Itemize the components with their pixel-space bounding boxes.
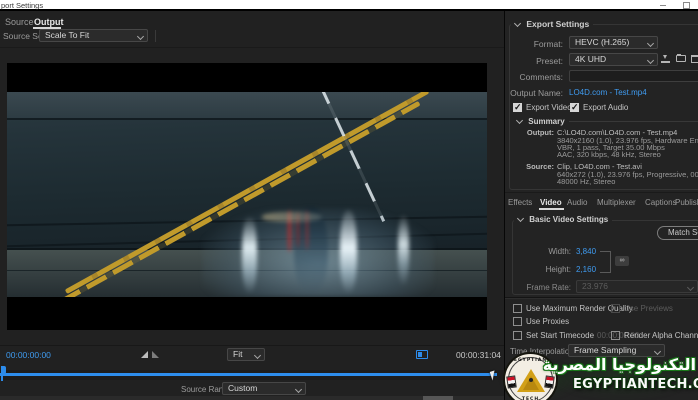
height-label: Height: [505, 265, 571, 274]
use-previews-checkbox [611, 304, 620, 313]
collapse-chevron-icon [516, 117, 523, 124]
comments-input[interactable] [569, 70, 698, 82]
width-height-bracket [600, 251, 611, 273]
set-in-point-icon[interactable] [141, 351, 148, 358]
import-preset-icon[interactable] [676, 55, 686, 62]
use-previews-label: Use Previews [624, 304, 673, 313]
chevron-down-icon [647, 40, 654, 47]
tab-captions[interactable]: Captions [645, 198, 677, 207]
width-label: Width: [505, 247, 571, 256]
tab-effects[interactable]: Effects [508, 198, 532, 207]
tab-video[interactable]: Video [540, 198, 562, 207]
watermark-arabic-text: التكنولوجيا المصرية [543, 355, 696, 374]
toolbar-separator [155, 30, 156, 42]
video-preview[interactable] [7, 63, 487, 330]
car-motion-blur [202, 208, 434, 297]
comments-label: Comments: [505, 72, 563, 82]
width-value[interactable]: 3,840 [576, 247, 596, 256]
source-scaling-select[interactable]: Scale To Fit [39, 29, 148, 42]
set-start-timecode-checkbox[interactable] [513, 331, 522, 340]
chevron-down-icon [254, 352, 261, 359]
collapse-chevron-icon [517, 215, 524, 222]
tab-source[interactable]: Source [5, 17, 34, 27]
egypt-flag-icon [506, 375, 517, 388]
chevron-down-icon [137, 33, 144, 40]
duration-timecode: 00:00:31:04 [456, 350, 501, 360]
preview-bottom-divider [0, 345, 504, 346]
section-divider [505, 192, 698, 193]
source-range-select[interactable]: Custom [222, 382, 306, 395]
chevron-down-icon [687, 284, 694, 291]
restore-icon[interactable] [683, 2, 690, 9]
link-width-height-icon[interactable]: ∞ [615, 256, 629, 266]
delete-preset-icon[interactable] [691, 55, 698, 63]
set-start-timecode-label: Set Start Timecode [526, 331, 594, 340]
export-settings-dialog: port Settings Source Output Source Scali… [0, 0, 698, 400]
tab-audio[interactable]: Audio [567, 198, 587, 207]
horizontal-scrollbar[interactable] [0, 396, 504, 400]
basic-video-header[interactable]: Basic Video Settings [514, 215, 612, 224]
export-audio-checkbox[interactable] [570, 103, 579, 112]
output-name-link[interactable]: LO4D.com - Test.mp4 [569, 88, 647, 97]
window-titlebar: port Settings [0, 0, 698, 11]
render-alpha-checkbox[interactable] [611, 331, 620, 340]
watermark-site-text: EGYPTIANTECH.ORG [573, 377, 698, 392]
tab-video-underline [539, 208, 564, 210]
timeline-progress-bar[interactable] [0, 373, 497, 376]
egypt-flag-icon [544, 375, 555, 388]
preview-monitor-icon[interactable] [416, 350, 428, 359]
use-proxies-label: Use Proxies [526, 317, 569, 326]
current-timecode[interactable]: 00:00:00:00 [6, 350, 51, 360]
save-preset-icon[interactable] [661, 55, 670, 63]
tab-output[interactable]: Output [34, 17, 64, 27]
output-name-label: Output Name: [505, 88, 563, 98]
use-proxies-checkbox[interactable] [513, 317, 522, 326]
eye-icon [529, 378, 533, 382]
summary-source-label: Source: [505, 162, 554, 171]
scrollbar-thumb[interactable] [423, 396, 453, 400]
toolbar-divider [0, 47, 504, 48]
chevron-down-icon [295, 386, 302, 393]
match-source-button[interactable]: Match Source [657, 226, 698, 240]
summary-output-label: Output: [505, 128, 554, 137]
export-settings-header[interactable]: Export Settings [511, 19, 593, 29]
playhead-stem[interactable] [1, 366, 3, 381]
minimize-icon[interactable] [660, 5, 666, 6]
frame-rate-select: 23.976 [576, 280, 698, 293]
collapse-chevron-icon [514, 20, 521, 27]
export-audio-label: Export Audio [583, 103, 628, 112]
section-divider-highlight [505, 298, 698, 299]
frame-rate-label: Frame Rate: [505, 283, 571, 292]
export-video-label: Export Video [526, 103, 572, 112]
tab-publish[interactable]: Publish [675, 198, 698, 207]
preset-select[interactable]: 4K UHD [569, 53, 658, 66]
height-value[interactable]: 2,160 [576, 265, 596, 274]
summary-output-line: AAC, 320 kbps, 48 kHz, Stereo [557, 150, 661, 159]
zoom-level-select[interactable]: Fit [227, 348, 265, 361]
export-video-checkbox[interactable] [513, 103, 522, 112]
summary-header[interactable]: Summary [513, 117, 569, 126]
use-max-render-checkbox[interactable] [513, 304, 522, 313]
set-out-point-icon[interactable] [152, 351, 159, 358]
chevron-down-icon [647, 57, 654, 64]
summary-source-line: 48000 Hz, Stereo [557, 177, 615, 186]
preset-label: Preset: [505, 56, 563, 66]
video-frame-content [7, 92, 487, 297]
summary-rule [562, 121, 698, 122]
format-label: Format: [505, 39, 563, 49]
tab-multiplexer[interactable]: Multiplexer [597, 198, 636, 207]
render-alpha-label: Render Alpha Channel Only [624, 331, 698, 340]
window-title: port Settings [1, 1, 43, 10]
format-select[interactable]: HEVC (H.265) [569, 36, 658, 49]
